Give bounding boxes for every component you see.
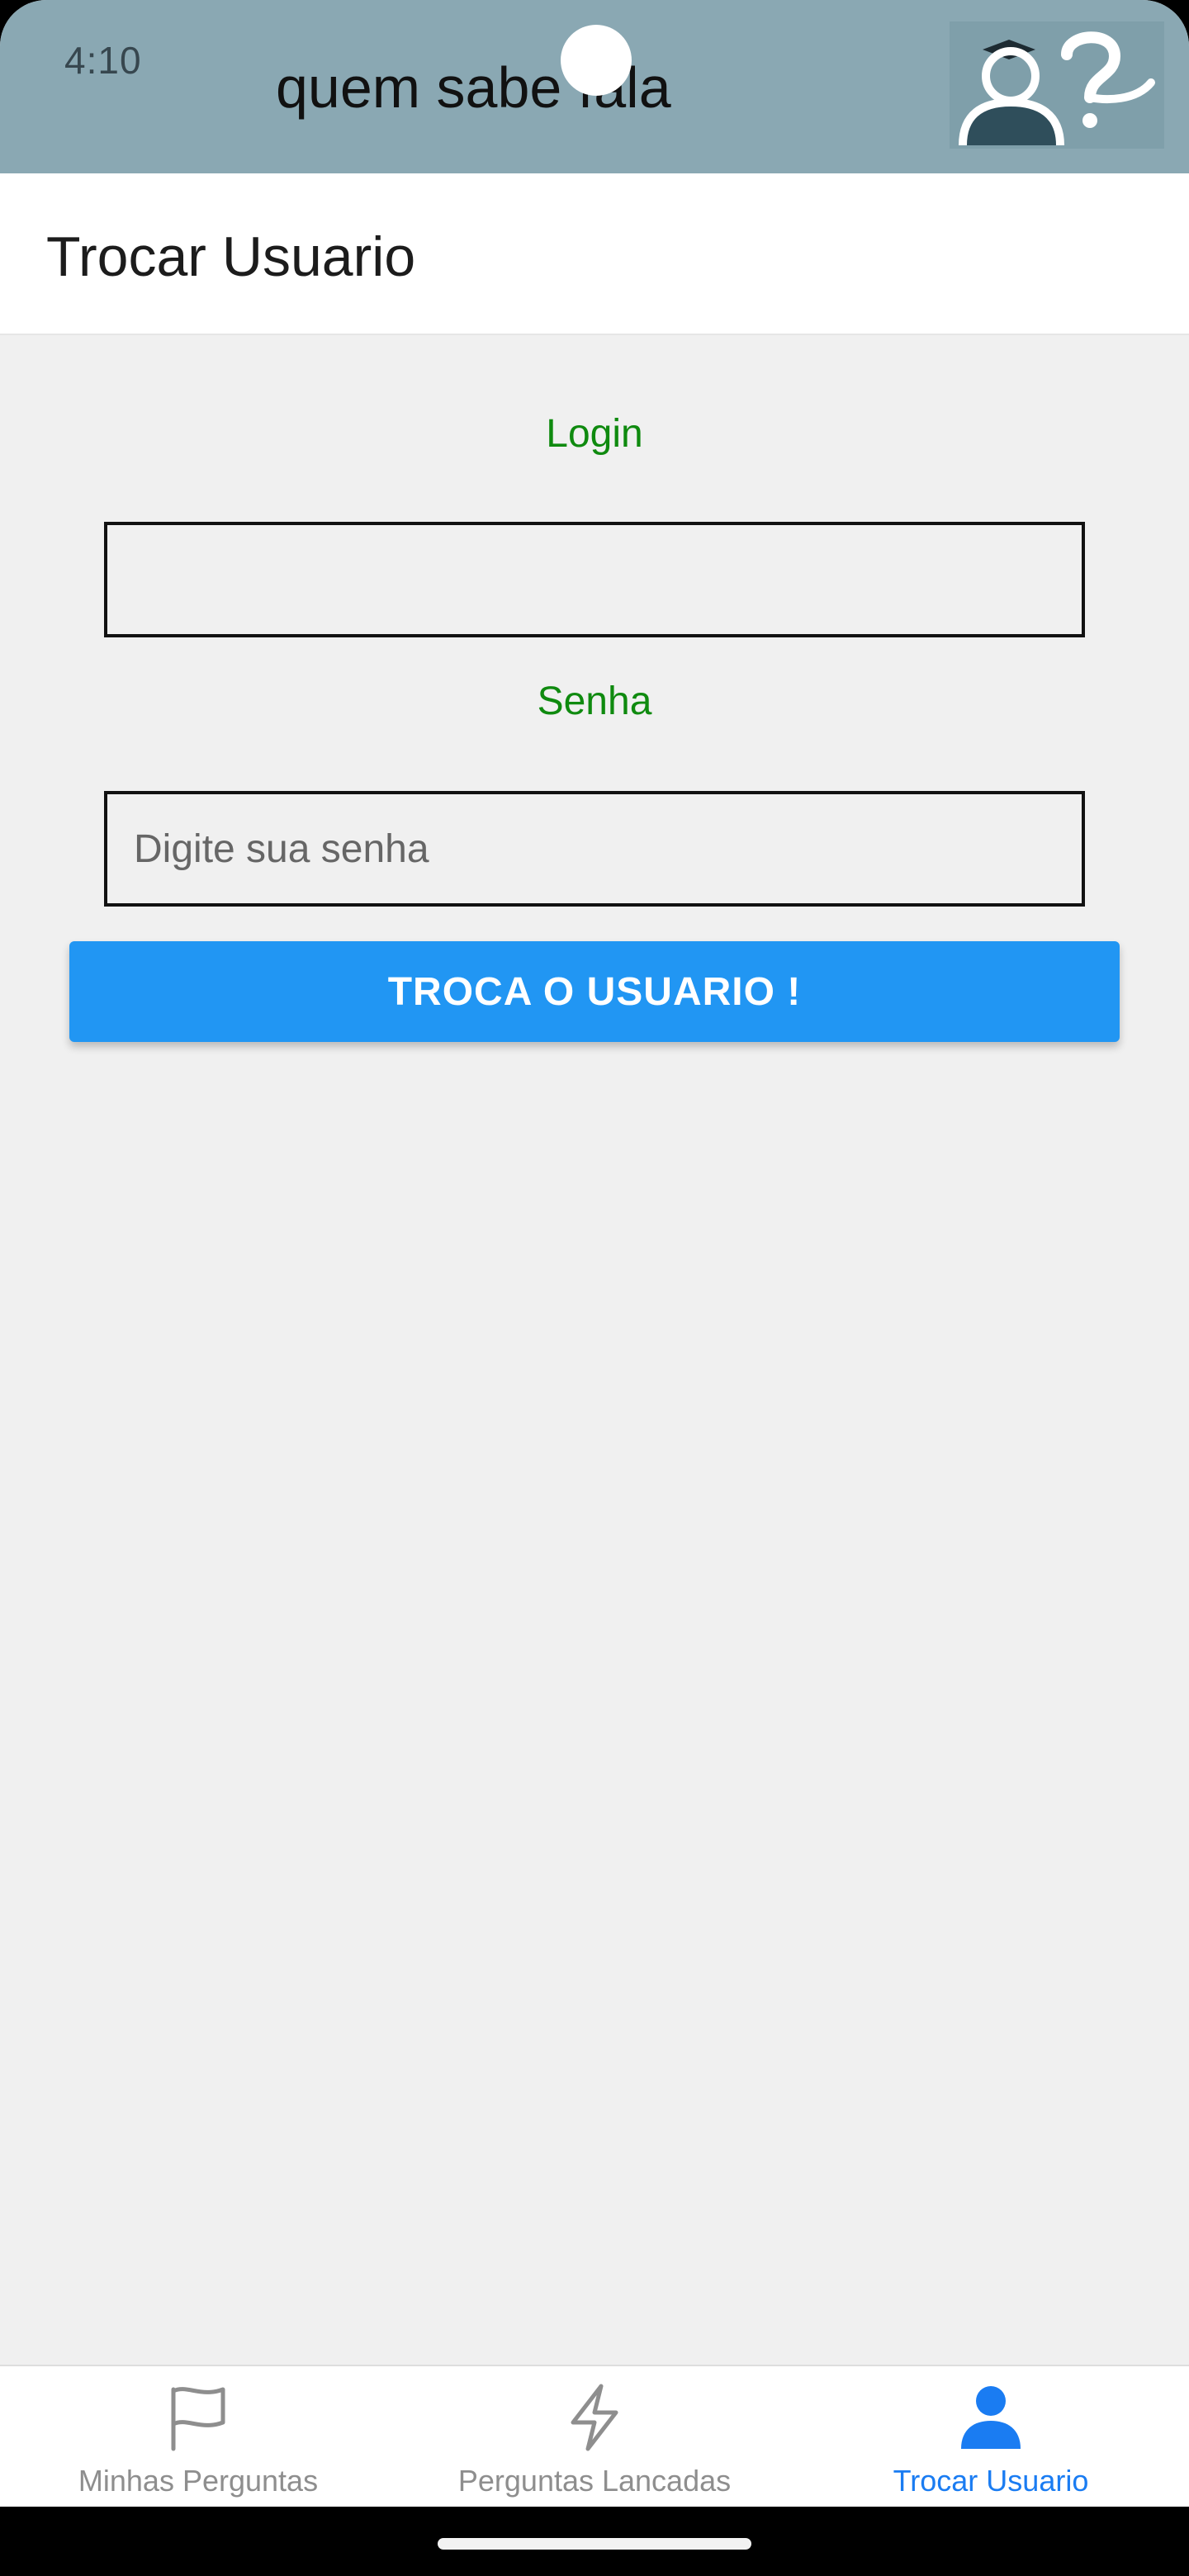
camera-cutout	[561, 25, 632, 96]
page-title: Trocar Usuario	[46, 225, 416, 288]
status-time: 4:10	[64, 39, 142, 82]
app-screen: 4:10 quem sabe fala Trocar Usuario Login…	[0, 0, 1189, 2576]
system-navigation-bar	[0, 2507, 1189, 2576]
tab-label: Trocar Usuario	[893, 2464, 1089, 2498]
flag-icon	[171, 2387, 225, 2451]
tab-trocar-usuario[interactable]: Trocar Usuario	[793, 2366, 1189, 2508]
home-indicator[interactable]	[438, 2538, 751, 2550]
app-banner: 4:10 quem sabe fala	[0, 0, 1189, 173]
tab-minhas-perguntas[interactable]: Minhas Perguntas	[0, 2366, 396, 2508]
password-input[interactable]	[104, 791, 1085, 907]
tab-perguntas-lancadas[interactable]: Perguntas Lancadas	[396, 2366, 793, 2508]
tab-label: Perguntas Lancadas	[457, 2464, 732, 2498]
page-header: Trocar Usuario	[0, 173, 1189, 335]
person-question-icon	[950, 21, 1164, 149]
login-input[interactable]	[104, 522, 1085, 637]
bottom-tab-bar: Minhas Perguntas Perguntas Lancadas Troc…	[0, 2365, 1189, 2507]
lightning-icon	[571, 2384, 618, 2451]
senha-label: Senha	[537, 680, 652, 723]
person-icon	[961, 2386, 1021, 2449]
tab-label: Minhas Perguntas	[78, 2464, 319, 2498]
switch-user-button[interactable]: TROCA O USUARIO !	[69, 941, 1120, 1042]
login-label: Login	[546, 412, 643, 456]
